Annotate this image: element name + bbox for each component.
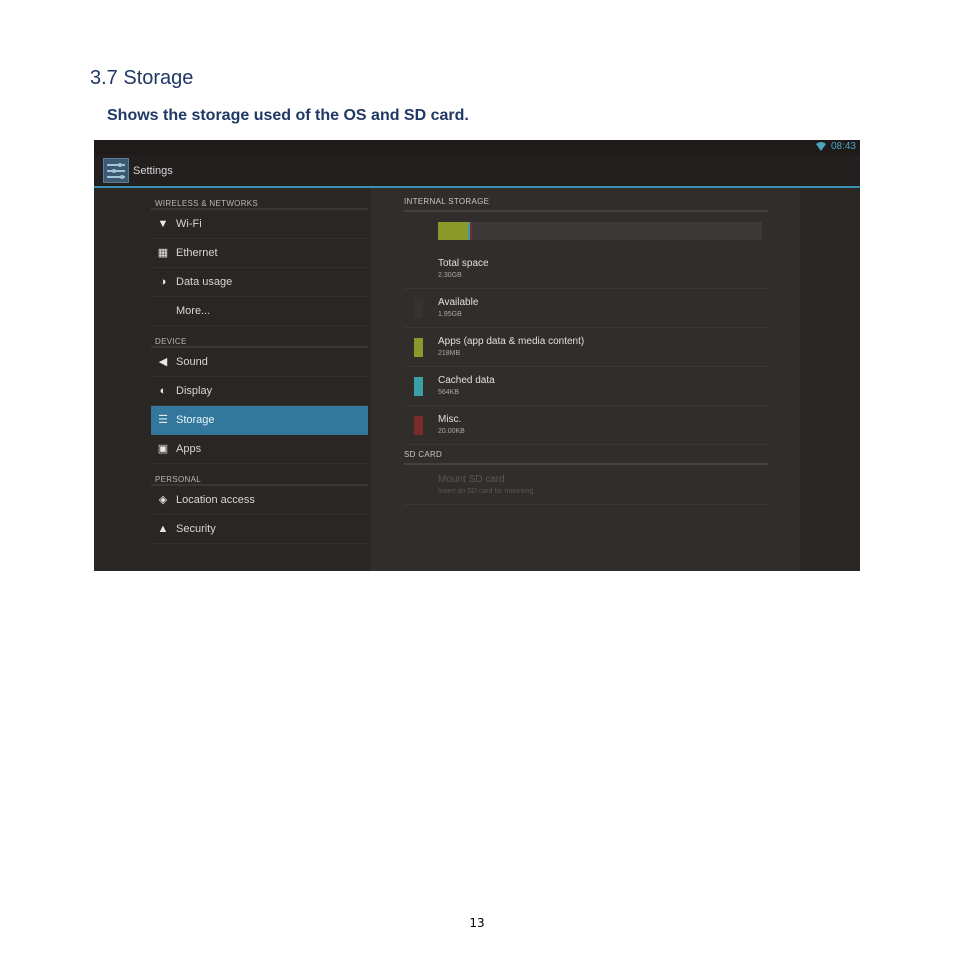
display-icon: ◐ [159,385,167,397]
storage-row-misc[interactable]: Misc. 20.00KB [404,406,768,445]
page-number: 13 [469,916,485,930]
sidebar-item-location-access[interactable]: ◈ Location access [151,486,368,515]
storage-row-value: 2.30GB [438,272,462,279]
storage-row-title: Cached data [438,375,495,386]
sidebar-item-label: More... [176,305,211,317]
section-description: Shows the storage used of the OS and SD … [107,107,469,124]
sidebar-item-wi-fi[interactable]: ▼ Wi-Fi [151,210,368,239]
sidebar-item-label: Display [176,385,213,397]
sidebar-section-header: WIRELESS & NETWORKS [151,188,368,210]
sidebar-item-ethernet[interactable]: ▦ Ethernet [151,239,368,268]
sidebar-item-label: Data usage [176,276,233,288]
storage-row-value: 564KB [438,389,460,396]
sidebar-section-header: DEVICE [151,326,368,348]
sidebar-item-label: Storage [176,414,215,426]
wifi-icon: ▼ [157,218,169,230]
sidebar-item-label: Security [176,523,216,535]
action-bar: Settings [94,155,860,188]
section-heading: 3.7 Storage [90,67,194,89]
color-swatch [414,416,423,435]
settings-icon[interactable] [103,158,129,183]
settings-nav-list: WIRELESS & NETWORKS ▼ Wi-Fi ▦ Ethernet ◑ Data … [151,188,368,544]
color-swatch [414,377,423,396]
mount-sd-card-summary: Insert an SD card for mounting [438,488,534,495]
storage-row-value: 20.00KB [438,428,465,435]
storage-row-title: Available [438,297,479,308]
wifi-icon [816,142,826,151]
location-icon: ◈ [158,494,168,506]
storage-row-apps-app-data-media-content[interactable]: Apps (app data & media content) 218MB [404,328,768,367]
storage-row-available[interactable]: Available 1.95GB [404,289,768,328]
sidebar-item-label: Location access [176,494,255,506]
storage-row-total-space[interactable]: Total space 2.30GB [404,250,768,289]
settings-sidebar: WIRELESS & NETWORKS ▼ Wi-Fi ▦ Ethernet ◑ Data … [94,188,369,571]
mount-sd-card-title: Mount SD card [438,474,505,485]
storage-row-value: 218MB [438,350,461,357]
data-usage-icon: ◑ [159,276,167,288]
app-title: Settings [133,165,173,177]
mount-sd-card-row: Mount SD card Insert an SD card for moun… [404,466,768,505]
android-settings-screenshot: 08:43 Settings WIRELESS & NETWORKS ▼ Wi-Fi… [94,140,860,571]
storage-row-title: Total space [438,258,489,269]
sidebar-item-sound[interactable]: ◀ Sound [151,348,368,377]
lock-icon: ▲ [157,523,169,535]
right-gutter [800,188,860,571]
internal-storage-header: INTERNAL STORAGE [404,197,768,212]
sidebar-item-storage[interactable]: ☰ Storage [151,406,368,435]
sidebar-item-data-usage[interactable]: ◑ Data usage [151,268,368,297]
sd-card-header: SD CARD [404,450,768,465]
sidebar-section-header: PERSONAL [151,464,368,486]
sidebar-item-apps[interactable]: ▣ Apps [151,435,368,464]
sound-icon: ◀ [158,356,168,368]
storage-segment-apps [438,222,468,240]
storage-row-title: Misc. [438,414,462,425]
sidebar-item-display[interactable]: ◐ Display [151,377,368,406]
storage-row-title: Apps (app data & media content) [438,336,585,347]
sidebar-item-security[interactable]: ▲ Security [151,515,368,544]
ethernet-icon: ▦ [157,247,169,259]
sidebar-item-more[interactable]: More... [151,297,368,326]
sidebar-item-label: Ethernet [176,247,218,259]
storage-pane: INTERNAL STORAGE Total space 2.30GB Availa… [370,188,800,571]
sidebar-item-label: Sound [176,356,208,368]
status-bar: 08:43 [94,140,860,155]
sidebar-item-label: Apps [176,443,202,455]
storage-row-value: 1.95GB [438,311,462,318]
storage-icon: ☰ [158,414,168,426]
color-swatch [414,299,423,318]
apps-icon: ▣ [157,443,169,455]
color-swatch [414,338,423,357]
storage-usage-bar [438,222,762,240]
clock: 08:43 [830,141,856,152]
sidebar-item-label: Wi-Fi [176,218,202,230]
storage-row-cached-data[interactable]: Cached data 564KB [404,367,768,406]
storage-segment-misc [470,222,473,240]
